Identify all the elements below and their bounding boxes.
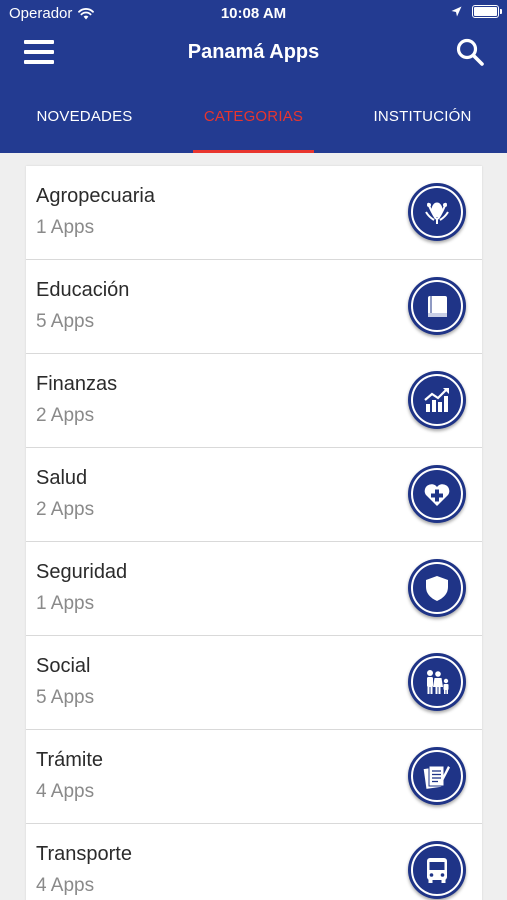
heart-plus-icon [408, 465, 466, 523]
category-row-transporte[interactable]: Transporte 4 Apps [26, 824, 482, 900]
category-row-salud[interactable]: Salud 2 Apps [26, 448, 482, 542]
category-row-seguridad[interactable]: Seguridad 1 Apps [26, 542, 482, 636]
tab-categorias[interactable]: CATEGORIAS [169, 96, 338, 153]
category-count: 1 Apps [36, 593, 95, 614]
category-count: 1 Apps [36, 217, 95, 238]
shield-icon [408, 559, 466, 617]
book-icon [408, 277, 466, 335]
search-icon[interactable] [455, 37, 485, 67]
category-name: Agropecuaria [36, 185, 155, 207]
category-name: Trámite [36, 749, 104, 771]
category-name: Seguridad [36, 561, 128, 583]
status-time: 10:08 AM [220, 5, 287, 22]
category-name: Finanzas [36, 373, 118, 395]
category-count: 4 Apps [36, 875, 95, 896]
family-icon [408, 653, 466, 711]
tab-bar: NOVEDADES CATEGORIAS INSTITUCIÓN [0, 96, 507, 153]
category-row-tramite[interactable]: Trámite 4 Apps [26, 730, 482, 824]
app-header: Operador 10:08 AM Panamá Apps NOVEDADES … [0, 0, 507, 153]
battery-icon [472, 5, 502, 18]
bus-icon [408, 841, 466, 899]
category-count: 5 Apps [36, 687, 95, 708]
category-count: 2 Apps [36, 499, 95, 520]
category-row-finanzas[interactable]: Finanzas 2 Apps [26, 354, 482, 448]
location-arrow-icon [451, 6, 462, 17]
category-count: 4 Apps [36, 781, 95, 802]
tab-institucion[interactable]: INSTITUCIÓN [338, 96, 507, 153]
status-bar: Operador 10:08 AM [0, 0, 507, 28]
documents-icon [408, 747, 466, 805]
category-row-social[interactable]: Social 5 Apps [26, 636, 482, 730]
category-list: Agropecuaria 1 Apps Educación 5 Apps Fin… [26, 166, 482, 900]
chart-icon [408, 371, 466, 429]
category-name: Transporte [36, 843, 132, 865]
status-right [451, 5, 502, 18]
agriculture-icon [408, 183, 466, 241]
page-title: Panamá Apps [187, 41, 320, 63]
category-name: Social [36, 655, 91, 677]
tab-novedades[interactable]: NOVEDADES [0, 96, 169, 153]
category-count: 2 Apps [36, 405, 95, 426]
category-name: Salud [36, 467, 88, 489]
category-name: Educación [36, 279, 130, 301]
category-row-educacion[interactable]: Educación 5 Apps [26, 260, 482, 354]
category-count: 5 Apps [36, 311, 95, 332]
category-row-agropecuaria[interactable]: Agropecuaria 1 Apps [26, 166, 482, 260]
nav-bar: Panamá Apps [0, 28, 507, 78]
